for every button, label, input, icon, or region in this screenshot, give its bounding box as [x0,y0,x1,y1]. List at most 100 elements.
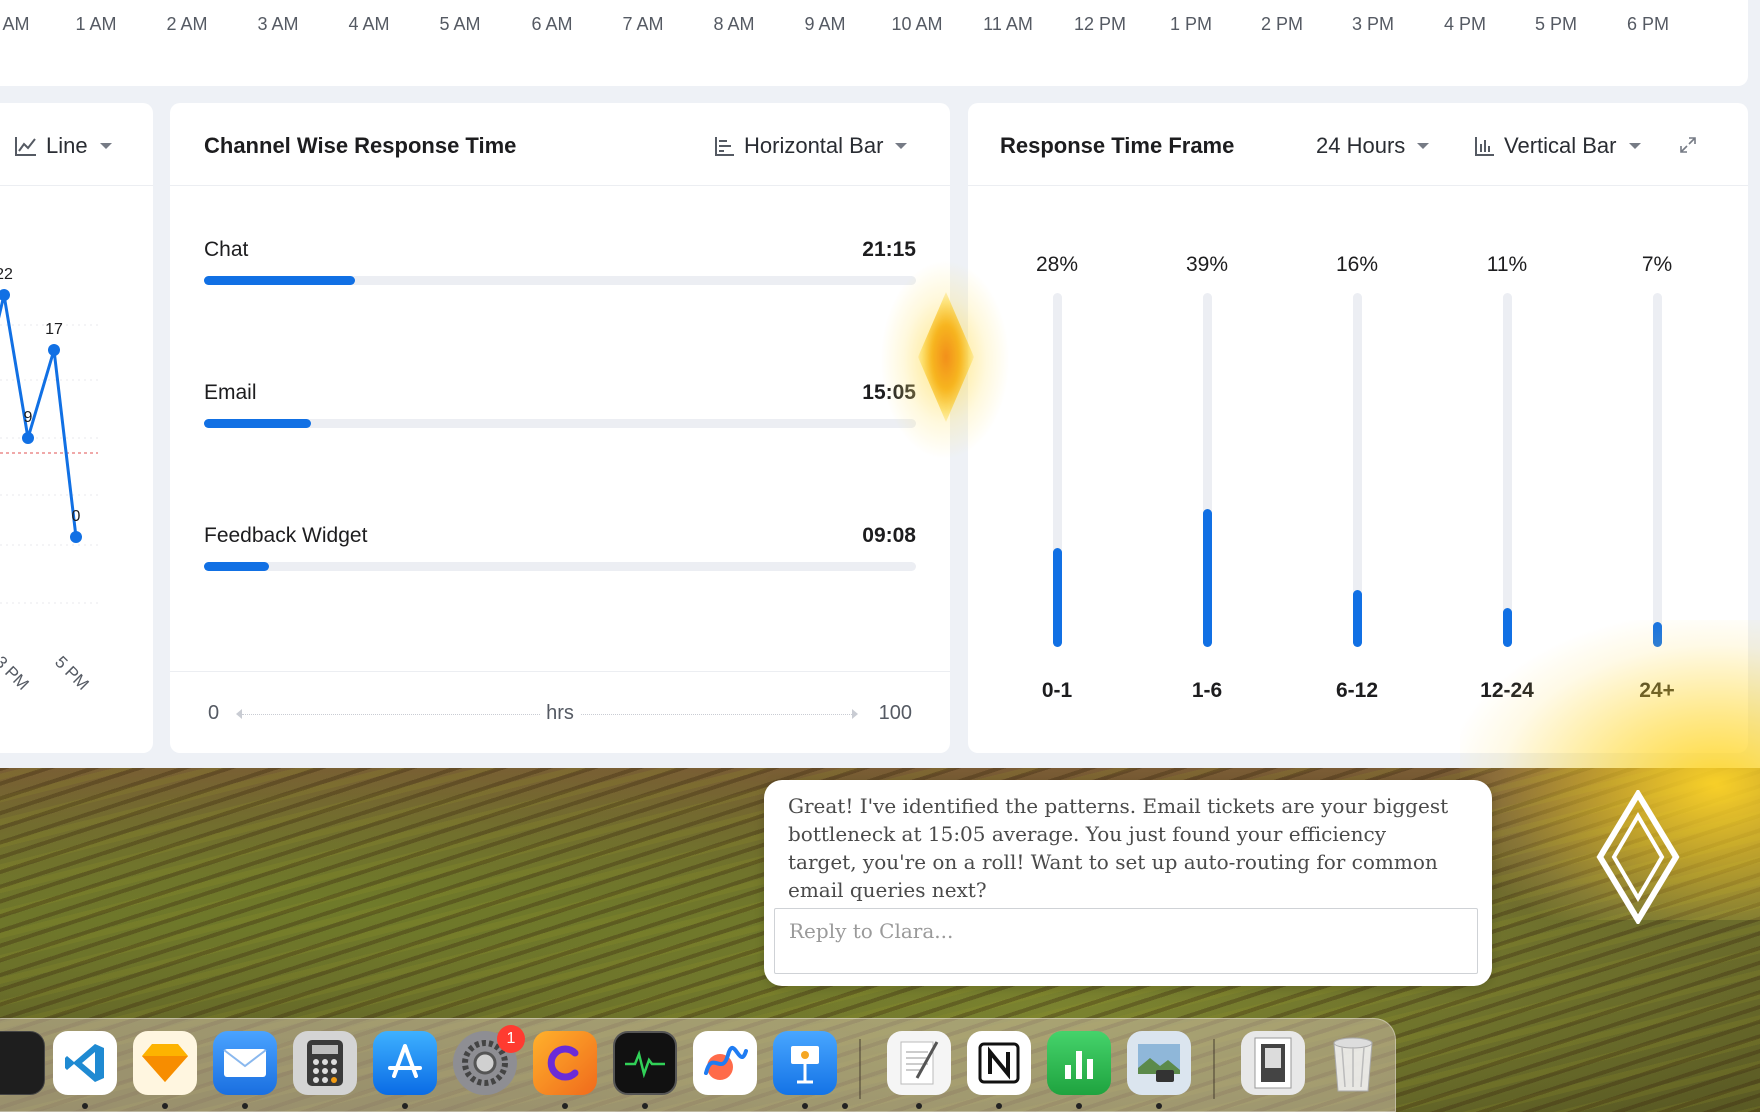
bar[interactable] [1053,547,1062,647]
running-indicator [1076,1103,1082,1109]
bar-column: 11%12-24 [1467,253,1547,702]
running-indicator [242,1103,248,1109]
calculator-icon[interactable] [293,1031,357,1095]
chart-axis-footer: 0 hrs 100 [170,671,950,753]
numbers-icon[interactable] [1047,1031,1111,1095]
channel-value: 09:08 [862,524,916,547]
bar-column: 39% 1-6 [1167,253,1247,702]
channel-row: Email15:05 [204,381,916,441]
chart-type-dropdown[interactable]: Horizontal Bar [714,133,908,159]
running-indicator [802,1103,808,1109]
dock-separator [1213,1039,1215,1099]
vscode-icon[interactable] [53,1031,117,1095]
x-tick-label: 3 PM [0,652,33,693]
downloads-stack-icon[interactable] [1241,1031,1305,1095]
system-settings-icon[interactable]: 1 [453,1025,525,1095]
timeline-tick: 10 AM [891,14,943,34]
bar[interactable] [204,276,356,285]
textedit-icon[interactable] [887,1031,951,1095]
keynote-icon[interactable] [773,1031,837,1095]
clara-diamond-icon[interactable] [1596,790,1680,924]
axis-max-label: 100 [878,702,912,724]
arrow-right-icon[interactable] [852,709,858,719]
timeline-tick: 3 PM [1351,14,1395,34]
timeline-tick: 5 PM [1534,14,1578,34]
chart-type-label: Line [46,133,88,158]
sketch-icon[interactable] [133,1031,197,1095]
chevron-down-icon [895,143,908,149]
running-indicator [642,1103,648,1109]
chart-type-dropdown[interactable]: Vertical Bar [1474,133,1641,159]
assistant-message: Great! I've identified the patterns. Ema… [788,794,1449,902]
bar-track [1503,293,1512,647]
bar[interactable] [1203,508,1212,647]
chart-type-label: Horizontal Bar [744,133,884,158]
running-indicator [402,1103,408,1109]
running-indicator [82,1103,88,1109]
bar[interactable] [1353,590,1362,647]
app-store-icon[interactable] [373,1031,437,1095]
bar-column: 7%24+ [1617,253,1697,702]
timeline-tick: 1 AM [75,14,117,34]
card-header: Channel Wise Response Time Horizontal Ba… [170,103,950,186]
bar-track [204,419,916,428]
card-title: Channel Wise Response Time [204,133,517,158]
channel-row: Feedback Widget 09:08 [204,524,916,584]
series-line [0,294,78,538]
preview-icon[interactable] [1127,1031,1191,1095]
data-label: 17 [45,321,63,338]
data-point[interactable] [0,289,10,301]
data-point[interactable] [48,344,60,356]
expand-icon[interactable] [1678,135,1698,155]
timeline-tick: 6 PM [1626,14,1670,34]
channel-row: Chat 21:15 [204,238,916,298]
data-point[interactable] [22,432,34,444]
bar-track [1203,293,1212,647]
data-label: 0 [72,508,81,525]
activity-monitor-icon[interactable] [613,1031,677,1095]
line-chart-icon [15,137,36,156]
running-indicator [1156,1103,1162,1109]
bar[interactable] [204,562,269,571]
bar-track [1653,293,1662,647]
timeline-tick: 6 AM [531,14,573,34]
card-header: Line [0,103,153,186]
freeform-icon[interactable] [693,1031,757,1095]
c-app-icon[interactable] [533,1031,597,1095]
axis-unit-label: hrs [540,702,580,725]
terminal-icon[interactable] [0,1031,45,1095]
channel-label: Feedback Widget [204,524,368,547]
category-label: 1-6 [1191,679,1223,702]
reply-input[interactable]: Reply to Clara... [774,908,1478,974]
running-indicator [916,1103,922,1109]
line-chart: 22 9 17 0 3 PM 5 PM [0,266,98,694]
bar[interactable] [204,419,312,428]
timeline-tick: 3 AM [257,14,299,34]
running-indicator [162,1103,168,1109]
timeline-tick: 4 PM [1443,14,1487,34]
data-label: 7% [1641,253,1673,276]
trash-icon[interactable] [1321,1031,1385,1095]
chart-type-dropdown[interactable]: Line [14,133,112,159]
running-indicator [842,1103,848,1109]
notion-icon[interactable] [967,1031,1031,1095]
dock: 1 [0,1018,1396,1112]
data-label: 11% [1486,253,1528,276]
bar-track [204,562,916,571]
timeline-tick: 11 AM [983,14,1033,34]
notification-badge: 1 [497,1025,525,1053]
timeline-tick: 4 AM [348,14,390,34]
bar-column: 16% 6-12 [1317,253,1397,702]
mail-icon[interactable] [213,1031,277,1095]
time-range-dropdown[interactable]: 24 Hours [1316,133,1430,159]
card-header: Response Time Frame 24 Hours Vertical Ba… [968,103,1748,186]
timeline-axis: AM 1 AM 2 AM 3 AM 4 AM 5 AM 6 AM 7 AM 8 … [0,0,1748,86]
channel-response-card: Channel Wise Response Time Horizontal Ba… [170,103,950,753]
bar-track [1053,293,1062,647]
channel-label: Chat [204,238,249,261]
card-title: Response Time Frame [1000,133,1235,158]
bar-track [1353,293,1362,647]
timeline-tick: 9 AM [804,14,846,34]
timeline-tick: 7 AM [622,14,664,34]
data-point[interactable] [70,531,82,543]
